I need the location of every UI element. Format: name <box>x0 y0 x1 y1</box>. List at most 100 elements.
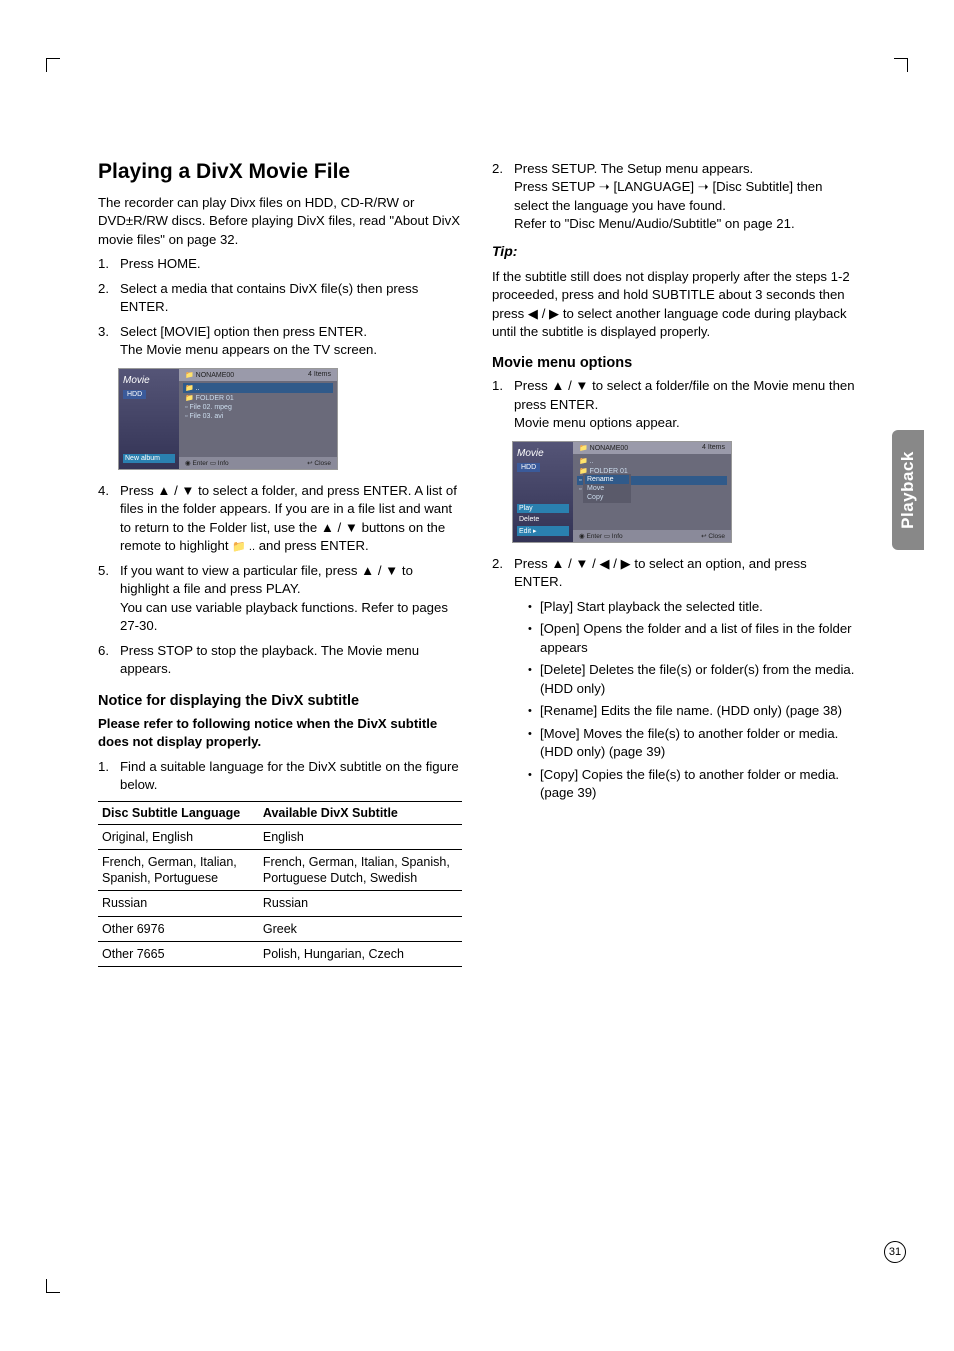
crop-mark <box>894 58 908 72</box>
bullet-item: [Open] Opens the folder and a list of fi… <box>528 620 856 657</box>
ss-play-button: Play <box>517 504 569 513</box>
ss-ctx-copy: Copy <box>585 493 629 502</box>
right-step-list: 2. Press SETUP. The Setup menu appears. … <box>492 160 856 234</box>
step-number: 4. <box>98 482 120 556</box>
step-number: 1. <box>98 255 120 273</box>
step-text: If you want to view a particular file, p… <box>120 562 462 636</box>
step-text: Press STOP to stop the playback. The Mov… <box>120 642 462 679</box>
ss-hdd-label: HDD <box>123 390 146 399</box>
table-header: Disc Subtitle Language <box>98 801 259 824</box>
table-cell: English <box>259 824 462 849</box>
table-row: Other 7665Polish, Hungarian, Czech <box>98 941 462 966</box>
tip-body: If the subtitle still does not display p… <box>492 268 856 342</box>
crop-mark <box>46 58 60 72</box>
step-item: 1. Find a suitable language for the DivX… <box>98 758 462 795</box>
step-item: 1. Press HOME. <box>98 255 462 273</box>
table-row: French, German, Italian, Spanish, Portug… <box>98 849 462 891</box>
ss-row-up: 📁 .. <box>183 383 333 393</box>
right-column: 2. Press SETUP. The Setup menu appears. … <box>492 160 856 967</box>
movie-menu-steps: 1. Press ▲ / ▼ to select a folder/file o… <box>492 377 856 432</box>
bullet-item: [Copy] Copies the file(s) to another fol… <box>528 766 856 803</box>
movie-menu-steps-2: 2. Press ▲ / ▼ / ◀ / ▶ to select an opti… <box>492 555 856 807</box>
ss-context-menu: Rename Move Copy <box>583 474 631 503</box>
table-cell: Russian <box>259 891 462 916</box>
ss-title: Movie <box>123 375 175 386</box>
page-title: Playing a DivX Movie File <box>98 160 462 184</box>
table-cell: Other 7665 <box>98 941 259 966</box>
step-number: 1. <box>98 758 120 795</box>
ss-title: Movie <box>517 448 569 459</box>
ss-ctx-rename: Rename <box>585 475 629 484</box>
steps-list-2: 4. Press ▲ / ▼ to select a folder, and p… <box>98 482 462 679</box>
table-cell: Polish, Hungarian, Czech <box>259 941 462 966</box>
ss-row-file: ▫ File 03. avi <box>183 412 333 421</box>
ss-items-count: 4 Items <box>702 444 725 452</box>
intro-paragraph: The recorder can play Divx files on HDD,… <box>98 194 462 249</box>
subtitle-notice-bold: Please refer to following notice when th… <box>98 715 462 752</box>
table-row: Other 6976Greek <box>98 916 462 941</box>
ss-row-folder: 📁 FOLDER 01 <box>183 393 333 403</box>
table-row: Original, EnglishEnglish <box>98 824 462 849</box>
ss-items-count: 4 Items <box>308 371 331 379</box>
ss-row-file: ▫ File 02. mpeg <box>183 403 333 412</box>
steps-list-1: 1. Press HOME. 2. Select a media that co… <box>98 255 462 359</box>
tip-label: Tip: <box>492 242 856 262</box>
step-number: 2. <box>98 280 120 317</box>
bullet-item: [Delete] Deletes the file(s) or folder(s… <box>528 661 856 698</box>
step-item: 4. Press ▲ / ▼ to select a folder, and p… <box>98 482 462 556</box>
table-cell: Russian <box>98 891 259 916</box>
ss-delete-button: Delete <box>517 515 569 524</box>
step-item: 2. Select a media that contains DivX fil… <box>98 280 462 317</box>
step-text: Press ▲ / ▼ / ◀ / ▶ to select an option,… <box>514 555 856 807</box>
ss-footer-close: ↩ Close <box>307 459 331 467</box>
step-number: 3. <box>98 323 120 360</box>
subtitle-language-table: Disc Subtitle Language Available DivX Su… <box>98 801 462 968</box>
step-item: 2. Press ▲ / ▼ / ◀ / ▶ to select an opti… <box>492 555 856 807</box>
step-item: 6. Press STOP to stop the playback. The … <box>98 642 462 679</box>
table-header: Available DivX Subtitle <box>259 801 462 824</box>
ss-edit-button: Edit ▸ <box>517 526 569 536</box>
section-tab-label: Playback <box>898 451 918 529</box>
table-row: RussianRussian <box>98 891 462 916</box>
ss-new-album-button: New album <box>123 454 175 463</box>
ss-volume-label: 📁 NONAME00 <box>185 371 234 379</box>
table-cell: Other 6976 <box>98 916 259 941</box>
ss-volume-label: 📁 NONAME00 <box>579 444 628 452</box>
step-number: 6. <box>98 642 120 679</box>
step-number: 2. <box>492 555 514 807</box>
step-text: Select [MOVIE] option then press ENTER. … <box>120 323 462 360</box>
step-text: Press SETUP. The Setup menu appears. Pre… <box>514 160 856 234</box>
step-text: Find a suitable language for the DivX su… <box>120 758 462 795</box>
step-item: 5. If you want to view a particular file… <box>98 562 462 636</box>
folder-up-icon: 📁 .. <box>232 541 255 553</box>
bullet-item: [Play] Start playback the selected title… <box>528 598 856 616</box>
ss-row-up: 📁 .. <box>577 456 727 466</box>
subtitle-notice-heading: Notice for displaying the DivX subtitle <box>98 693 462 709</box>
table-cell: Greek <box>259 916 462 941</box>
step-text: Press HOME. <box>120 255 462 273</box>
ss-footer-close: ↩ Close <box>701 532 725 540</box>
option-bullet-list: [Play] Start playback the selected title… <box>514 598 856 803</box>
table-cell: French, German, Italian, Spanish, Portug… <box>259 849 462 891</box>
movie-menu-screenshot-1: Movie HDD New album 📁 NONAME00 4 Items 📁… <box>118 368 338 470</box>
step-number: 2. <box>492 160 514 234</box>
step-item: 3. Select [MOVIE] option then press ENTE… <box>98 323 462 360</box>
step-item: 1. Press ▲ / ▼ to select a folder/file o… <box>492 377 856 432</box>
ss-footer-enter: ◉ Enter ▭ Info <box>185 459 229 467</box>
step-text: Press ▲ / ▼ to select a folder/file on t… <box>514 377 856 432</box>
movie-menu-options-heading: Movie menu options <box>492 355 856 371</box>
page-number: 31 <box>884 1241 906 1263</box>
ss-hdd-label: HDD <box>517 463 540 472</box>
crop-mark <box>46 1279 60 1293</box>
step-number: 1. <box>492 377 514 432</box>
ss-file-list: 📁 .. 📁 FOLDER 01 ▫ File 02. mpeg ▫ File … <box>179 381 337 457</box>
ss-ctx-move: Move <box>585 484 629 493</box>
left-column: Playing a DivX Movie File The recorder c… <box>98 160 462 967</box>
table-cell: Original, English <box>98 824 259 849</box>
section-tab-playback: Playback <box>892 430 924 550</box>
ss-file-list: 📁 .. 📁 FOLDER 01 ▫ File 02. mpeg ▫ File … <box>573 454 731 530</box>
table-cell: French, German, Italian, Spanish, Portug… <box>98 849 259 891</box>
step-item: 2. Press SETUP. The Setup menu appears. … <box>492 160 856 234</box>
step-number: 5. <box>98 562 120 636</box>
step-text: Press ▲ / ▼ to select a folder, and pres… <box>120 482 462 556</box>
